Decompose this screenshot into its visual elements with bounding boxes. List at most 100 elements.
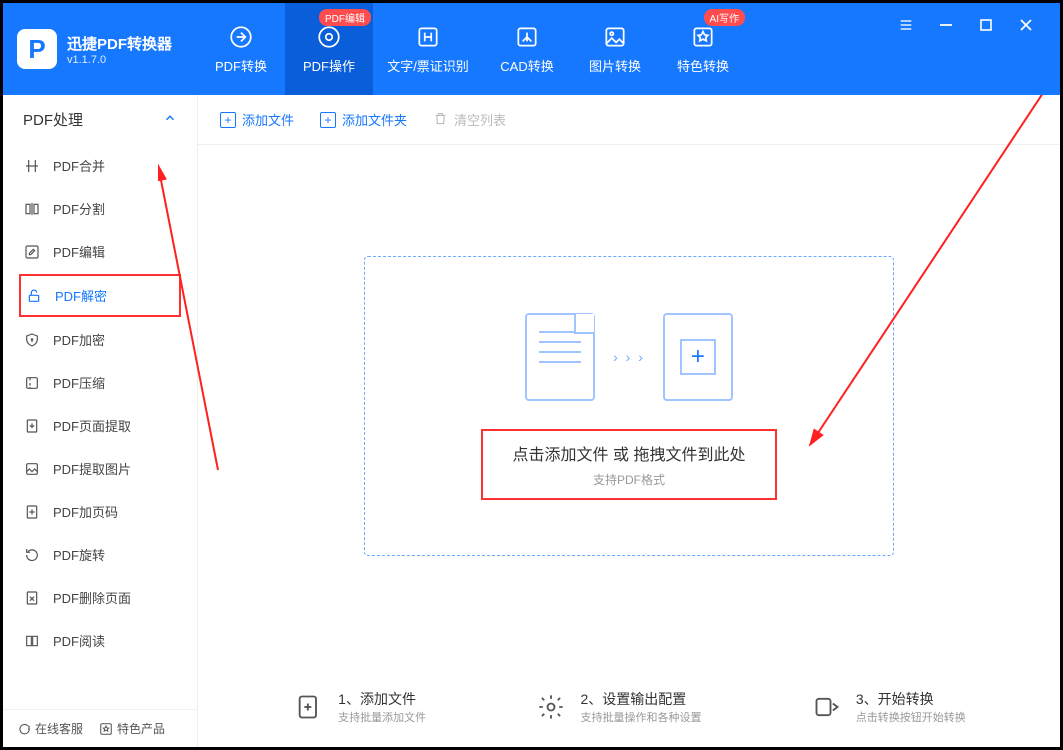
tab-special-convert[interactable]: AI写作 特色转换 (659, 3, 747, 95)
tab-label: 图片转换 (589, 56, 641, 75)
sidebar-item-label: PDF提取图片 (53, 459, 131, 478)
cad-icon (514, 24, 540, 50)
special-icon (690, 24, 716, 50)
sidebar-item-rotate[interactable]: PDF旋转 (3, 533, 197, 576)
sidebar-footer: 在线客服 特色产品 (3, 709, 197, 747)
sidebar-item-page-extract[interactable]: PDF页面提取 (3, 404, 197, 447)
content-area: › › › + 点击添加文件 或 拖拽文件到此处 支持PDF格式 (198, 145, 1060, 667)
sidebar-item-label: PDF删除页面 (53, 588, 131, 607)
sidebar-item-decrypt[interactable]: PDF解密 (19, 274, 181, 317)
minimize-button[interactable] (936, 15, 956, 35)
page-number-icon (23, 503, 41, 521)
sidebar-item-read[interactable]: PDF阅读 (3, 619, 197, 662)
add-folder-button[interactable]: + 添加文件夹 (320, 110, 407, 129)
tab-label: 特色转换 (677, 56, 729, 75)
logo-area: P 迅捷PDF转换器 v1.1.7.0 (17, 29, 197, 69)
dropzone-illustration: › › › + (525, 313, 733, 401)
sidebar-item-label: PDF旋转 (53, 545, 105, 564)
header-tabs: PDF转换 PDF编辑 PDF操作 文字/票证识别 CAD转换 图片转换 AI写… (197, 3, 747, 95)
app-title: 迅捷PDF转换器 (67, 33, 172, 54)
convert-icon (228, 24, 254, 50)
image-icon (602, 24, 628, 50)
tab-label: PDF操作 (303, 56, 355, 75)
compress-icon (23, 374, 41, 392)
sidebar: PDF处理 PDF合并 PDF分割 PDF编辑 PDF解密 PDF加密 (3, 95, 198, 747)
read-icon (23, 632, 41, 650)
add-file-button[interactable]: + 添加文件 (220, 110, 294, 129)
dropzone-text-sub: 支持PDF格式 (513, 471, 746, 488)
operate-icon (316, 24, 342, 50)
tab-image-convert[interactable]: 图片转换 (571, 3, 659, 95)
rotate-icon (23, 546, 41, 564)
step-settings-icon (534, 690, 568, 724)
sidebar-item-label: PDF加页码 (53, 502, 118, 521)
sidebar-item-merge[interactable]: PDF合并 (3, 144, 197, 187)
unlock-icon (25, 287, 43, 305)
sidebar-item-label: PDF压缩 (53, 373, 105, 392)
step-convert-icon (810, 690, 844, 724)
body: PDF处理 PDF合并 PDF分割 PDF编辑 PDF解密 PDF加密 (3, 95, 1060, 747)
sidebar-item-image-extract[interactable]: PDF提取图片 (3, 447, 197, 490)
clear-list-label: 清空列表 (454, 110, 506, 129)
page-extract-icon (23, 417, 41, 435)
plus-icon: + (220, 112, 236, 128)
document-icon (525, 313, 595, 401)
split-icon (23, 200, 41, 218)
sidebar-item-label: PDF分割 (53, 199, 105, 218)
step-2: 2、设置输出配置 支持批量操作和各种设置 (534, 689, 701, 725)
dropzone-text-highlight: 点击添加文件 或 拖拽文件到此处 支持PDF格式 (481, 429, 778, 500)
sidebar-item-split[interactable]: PDF分割 (3, 187, 197, 230)
sidebar-item-label: PDF解密 (55, 286, 107, 305)
tab-pdf-operate[interactable]: PDF编辑 PDF操作 (285, 3, 373, 95)
window-controls (896, 3, 1050, 35)
sidebar-item-label: PDF合并 (53, 156, 105, 175)
add-file-label: 添加文件 (242, 110, 294, 129)
image-extract-icon (23, 460, 41, 478)
main: + 添加文件 + 添加文件夹 清空列表 (198, 95, 1060, 747)
sidebar-item-encrypt[interactable]: PDF加密 (3, 318, 197, 361)
shield-icon (23, 331, 41, 349)
settings-button[interactable] (896, 15, 916, 35)
chevron-up-icon (163, 111, 177, 129)
dropzone-text-main: 点击添加文件 或 拖拽文件到此处 (513, 441, 746, 465)
tab-pdf-convert[interactable]: PDF转换 (197, 3, 285, 95)
support-link[interactable]: 在线客服 (17, 720, 83, 737)
tab-label: CAD转换 (500, 56, 553, 75)
step-sub: 支持批量操作和各种设置 (580, 709, 701, 725)
tab-label: 文字/票证识别 (387, 56, 469, 75)
sidebar-item-edit[interactable]: PDF编辑 (3, 230, 197, 273)
ocr-icon (415, 24, 441, 50)
step-sub: 点击转换按钮开始转换 (856, 709, 966, 725)
sidebar-item-delete-page[interactable]: PDF删除页面 (3, 576, 197, 619)
step-add-icon (292, 690, 326, 724)
toolbar: + 添加文件 + 添加文件夹 清空列表 (198, 95, 1060, 145)
tab-ocr[interactable]: 文字/票证识别 (373, 3, 483, 95)
steps-bar: 1、添加文件 支持批量添加文件 2、设置输出配置 支持批量操作和各种设置 3、开… (198, 667, 1060, 747)
app-logo-icon: P (17, 29, 57, 69)
sidebar-item-page-number[interactable]: PDF加页码 (3, 490, 197, 533)
app-window: P 迅捷PDF转换器 v1.1.7.0 PDF转换 PDF编辑 PDF操作 文字… (3, 3, 1060, 747)
merge-icon (23, 157, 41, 175)
add-target-icon: + (663, 313, 733, 401)
step-3: 3、开始转换 点击转换按钮开始转换 (810, 689, 966, 725)
close-button[interactable] (1016, 15, 1036, 35)
sidebar-item-label: PDF页面提取 (53, 416, 131, 435)
sidebar-item-label: PDF加密 (53, 330, 105, 349)
step-title: 1、添加文件 (338, 689, 426, 709)
sidebar-section-header[interactable]: PDF处理 (3, 95, 197, 144)
chat-icon (17, 722, 31, 736)
dropzone[interactable]: › › › + 点击添加文件 或 拖拽文件到此处 支持PDF格式 (364, 256, 894, 556)
edit-icon (23, 243, 41, 261)
sidebar-item-compress[interactable]: PDF压缩 (3, 361, 197, 404)
tab-cad-convert[interactable]: CAD转换 (483, 3, 571, 95)
badge-ai-write: AI写作 (704, 9, 745, 26)
clear-list-button[interactable]: 清空列表 (433, 110, 506, 129)
maximize-button[interactable] (976, 15, 996, 35)
header: P 迅捷PDF转换器 v1.1.7.0 PDF转换 PDF编辑 PDF操作 文字… (3, 3, 1060, 95)
featured-link[interactable]: 特色产品 (99, 720, 165, 737)
step-title: 3、开始转换 (856, 689, 966, 709)
support-label: 在线客服 (35, 720, 83, 737)
featured-label: 特色产品 (117, 720, 165, 737)
plus-icon: + (320, 112, 336, 128)
sidebar-section-title: PDF处理 (23, 109, 83, 130)
